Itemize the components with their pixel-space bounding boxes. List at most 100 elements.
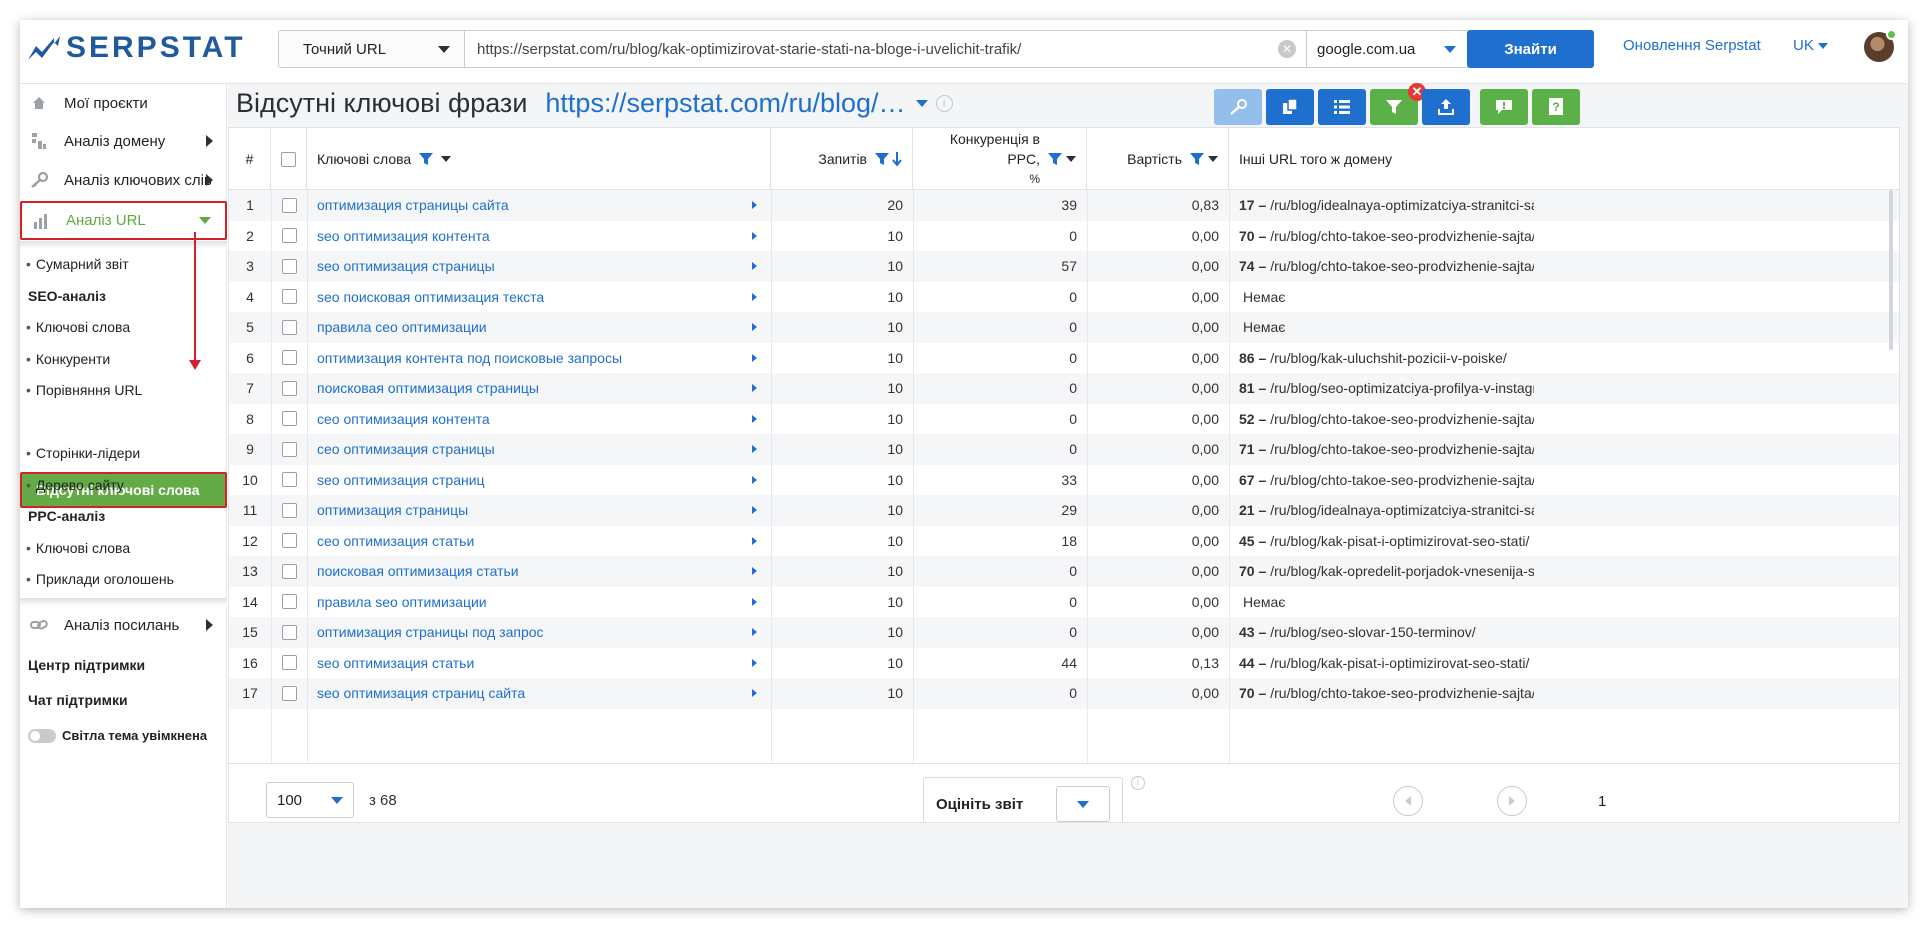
chevron-down-icon[interactable] — [1066, 156, 1076, 162]
prev-page-button[interactable] — [1393, 786, 1423, 816]
row-checkbox[interactable] — [281, 563, 297, 579]
feedback-button[interactable] — [1480, 89, 1528, 125]
row-checkbox[interactable] — [281, 411, 297, 426]
info-icon[interactable]: i — [1131, 776, 1145, 790]
other-urls-cell[interactable]: Немає — [1229, 282, 1534, 312]
language-select[interactable]: UK — [1793, 37, 1828, 54]
other-urls-cell[interactable]: Немає — [1229, 312, 1534, 342]
chevron-down-icon[interactable] — [1208, 156, 1218, 162]
keyword-link[interactable]: seo оптимизация страниц сайта — [307, 678, 771, 708]
table-row[interactable]: 10 seo оптимизация страниц 10 33 0,00 67 –/ru… — [229, 465, 1899, 496]
row-checkbox[interactable] — [281, 624, 297, 640]
table-row[interactable]: 4 seo поисковая оптимизация текста 10 0 0,00… — [229, 282, 1899, 313]
keyword-link[interactable]: seo оптимизация страницы — [307, 251, 771, 281]
expand-arrow-icon[interactable] — [752, 597, 757, 606]
keyword-link[interactable]: поисковая оптимизация страницы — [307, 373, 771, 403]
row-checkbox[interactable] — [281, 502, 297, 518]
sidebar-subitem-summary[interactable]: • Сумарний звіт — [26, 256, 129, 272]
chevron-down-icon[interactable] — [915, 100, 928, 107]
table-row[interactable]: 14 правила seo оптимизации 10 0 0,00 Немає — [229, 587, 1899, 618]
sidebar-subitem-site-tree[interactable]: • Дерево сайту — [26, 477, 124, 493]
theme-toggle[interactable] — [28, 729, 56, 743]
row-checkbox[interactable] — [281, 594, 297, 609]
support-chat-link[interactable]: Чат підтримки — [28, 692, 128, 708]
row-checkbox[interactable] — [281, 289, 297, 304]
search-button[interactable]: Знайти — [1467, 30, 1594, 68]
row-checkbox[interactable] — [281, 472, 297, 487]
keyword-link[interactable]: правила seo оптимизации — [307, 587, 771, 617]
export-button[interactable] — [1422, 89, 1470, 125]
table-row[interactable]: 8 сео оптимизация контента 10 0 0,00 52 –/ru/… — [229, 404, 1899, 435]
column-header-competition[interactable]: Конкуренція в PPC, % — [913, 128, 1087, 190]
row-checkbox[interactable] — [281, 685, 297, 701]
sidebar-subitem-competitors[interactable]: • Конкуренти — [26, 351, 110, 367]
sidebar-subitem-seo-keywords[interactable]: • Ключові слова — [26, 319, 130, 335]
expand-arrow-icon[interactable] — [752, 506, 757, 514]
search-engine-select[interactable]: google.com.ua — [1307, 31, 1468, 67]
sidebar-subitem-ppc-keywords[interactable]: • Ключові слова — [26, 540, 130, 556]
expand-arrow-icon[interactable] — [752, 445, 757, 453]
table-row[interactable]: 2 seo оптимизация контента 10 0 0,00 70 –/ru/… — [229, 221, 1899, 252]
sidebar-item-my-projects[interactable]: Мої проєкти — [20, 84, 227, 122]
table-row[interactable]: 13 поисковая оптимизация статьи 10 0 0,00 70 … — [229, 556, 1899, 587]
table-row[interactable]: 11 оптимизация страницы 10 29 0,00 21 –/ru/bl… — [229, 495, 1899, 526]
sidebar-item-link-analysis[interactable]: Аналіз посилань — [20, 606, 227, 644]
current-page[interactable]: 1 — [1598, 793, 1606, 810]
sidebar-subitem-top-pages[interactable]: • Сторінки-лідери — [26, 445, 140, 461]
sidebar-item-domain-analysis[interactable]: Аналіз домену — [20, 122, 227, 160]
table-row[interactable]: 15 оптимизация страницы под запрос 10 0 0,00… — [229, 617, 1899, 648]
other-urls-cell[interactable]: 86 –/ru/blog/kak-uluchshit-pozicii-v-poi… — [1229, 343, 1534, 373]
expand-arrow-icon[interactable] — [752, 323, 757, 331]
sidebar-item-keyword-analysis[interactable]: Аналіз ключових слів — [20, 161, 227, 199]
row-checkbox[interactable] — [281, 380, 297, 396]
other-urls-cell[interactable]: 43 –/ru/blog/seo-slovar-150-terminov/ — [1229, 617, 1534, 647]
row-checkbox[interactable] — [281, 197, 297, 213]
row-checkbox[interactable] — [281, 258, 297, 274]
row-checkbox[interactable] — [281, 350, 297, 365]
expand-arrow-icon[interactable] — [752, 567, 757, 575]
select-all-checkbox[interactable] — [281, 151, 296, 167]
keyword-link[interactable]: оптимизация страницы под запрос — [307, 617, 771, 647]
other-urls-cell[interactable]: 71 –/ru/blog/chto-takoe-seo-prodvizhenie… — [1229, 434, 1534, 464]
keyword-link[interactable]: сео оптимизация статьи — [307, 526, 771, 556]
expand-arrow-icon[interactable] — [752, 475, 757, 484]
keyword-link[interactable]: seo оптимизация страниц — [307, 465, 771, 495]
page-url-link[interactable]: https://serpstat.com/ru/blog/… — [545, 88, 905, 119]
keyword-link[interactable]: seo поисковая оптимизация текста — [307, 282, 771, 312]
table-row[interactable]: 9 сео оптимизация страницы 10 0 0,00 71 –/ru/… — [229, 434, 1899, 465]
keyword-link[interactable]: сео оптимизация контента — [307, 404, 771, 434]
info-icon[interactable]: i — [935, 95, 953, 112]
expand-arrow-icon[interactable] — [752, 628, 757, 636]
per-page-select[interactable]: 100 — [266, 782, 354, 818]
table-row[interactable]: 3 seo оптимизация страницы 10 57 0,00 74 –/ru… — [229, 251, 1899, 282]
rate-report-select[interactable] — [1056, 786, 1110, 822]
expand-arrow-icon[interactable] — [752, 384, 757, 392]
expand-arrow-icon[interactable] — [752, 536, 757, 545]
other-urls-cell[interactable]: 21 –/ru/blog/idealnaya-optimizatciya-str… — [1229, 495, 1534, 525]
chevron-down-icon[interactable] — [441, 156, 452, 162]
expand-arrow-icon[interactable] — [752, 658, 757, 667]
copy-button[interactable] — [1266, 89, 1314, 125]
other-urls-cell[interactable]: 17 –/ru/blog/idealnaya-optimizatciya-str… — [1229, 190, 1534, 220]
expand-arrow-icon[interactable] — [752, 262, 757, 270]
keyword-link[interactable]: оптимизация страницы сайта — [307, 190, 771, 220]
expand-arrow-icon[interactable] — [752, 353, 757, 362]
filter-button[interactable]: ✕ — [1370, 83, 1426, 125]
other-urls-cell[interactable]: 81 –/ru/blog/seo-optimizatciya-profilya-… — [1229, 373, 1534, 403]
expand-arrow-icon[interactable] — [752, 689, 757, 697]
serpstat-logo[interactable]: SERPSTAT — [28, 31, 246, 64]
filter-icon[interactable] — [875, 152, 889, 166]
columns-button[interactable] — [1318, 89, 1366, 125]
column-header-cost[interactable]: Вартість — [1087, 128, 1229, 190]
table-scrollbar[interactable] — [1889, 190, 1893, 350]
table-row[interactable]: 12 сео оптимизация статьи 10 18 0,00 45 –/ru/… — [229, 526, 1899, 557]
table-row[interactable]: 16 seo оптимизация статьи 10 44 0,13 44 –/ru/… — [229, 648, 1899, 679]
filter-icon[interactable] — [419, 152, 434, 166]
url-input[interactable]: https://serpstat.com/ru/blog/kak-optimiz… — [465, 31, 1307, 67]
other-urls-cell[interactable]: 70 –/ru/blog/chto-takoe-seo-prodvizhenie… — [1229, 678, 1534, 708]
other-urls-cell[interactable]: Немає — [1229, 587, 1534, 617]
row-checkbox[interactable] — [281, 319, 297, 335]
row-checkbox[interactable] — [281, 228, 297, 243]
table-row[interactable]: 6 оптимизация контента под поисковые запр… — [229, 343, 1899, 374]
filter-icon[interactable] — [1190, 152, 1204, 166]
